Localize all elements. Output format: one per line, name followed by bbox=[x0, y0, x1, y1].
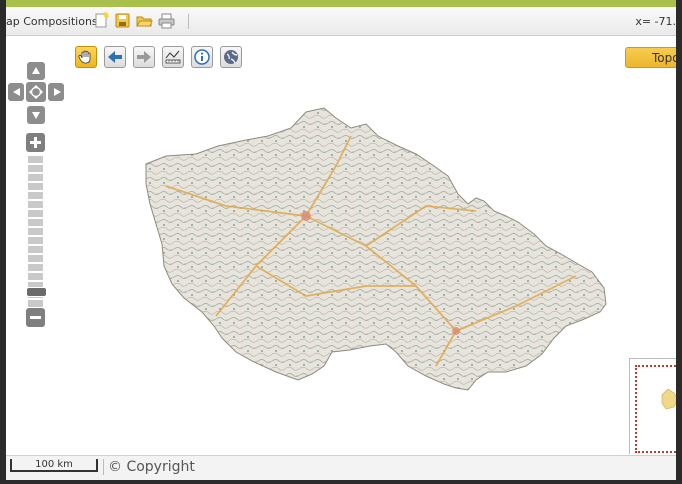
toolbar-separator bbox=[188, 14, 189, 29]
country-outline bbox=[145, 107, 607, 391]
print-icon[interactable] bbox=[158, 12, 175, 29]
map-view[interactable]: Topo bbox=[6, 36, 676, 454]
status-bar: 100 km © Copyright bbox=[6, 455, 676, 481]
window-border-bottom bbox=[0, 480, 682, 484]
copyright-link[interactable]: © Copyright bbox=[108, 459, 195, 475]
map-compositions-label: ap Compositions: bbox=[6, 15, 102, 28]
scale-label: 100 km bbox=[35, 459, 73, 470]
open-folder-icon[interactable] bbox=[136, 12, 153, 29]
top-accent-bar bbox=[6, 0, 676, 7]
status-separator bbox=[103, 459, 104, 475]
map-image bbox=[145, 107, 607, 391]
city-marker bbox=[301, 211, 311, 221]
overview-map[interactable] bbox=[629, 358, 676, 454]
scale-bar: 100 km bbox=[10, 459, 98, 472]
app-window: ap Compositions: x= -71. Topo 100 km © C… bbox=[0, 0, 682, 484]
new-composition-icon[interactable] bbox=[93, 12, 110, 29]
save-icon[interactable] bbox=[114, 12, 131, 29]
city-marker bbox=[452, 327, 460, 335]
overview-map-image bbox=[661, 388, 676, 410]
window-border-left bbox=[0, 0, 6, 484]
compositions-toolbar: ap Compositions: x= -71. bbox=[6, 7, 676, 36]
window-border-right bbox=[676, 0, 682, 484]
coordinates-readout: x= -71. bbox=[635, 15, 676, 28]
